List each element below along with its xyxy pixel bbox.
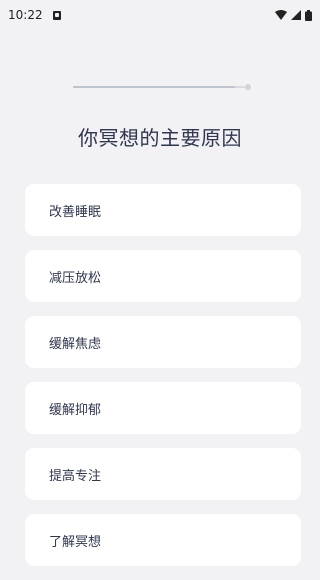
onboarding-progress	[73, 84, 251, 90]
notification-icon	[52, 10, 61, 20]
option-improve-focus[interactable]: 提高专注	[25, 448, 301, 500]
option-label: 减压放松	[49, 270, 102, 286]
option-label: 了解冥想	[49, 534, 102, 550]
status-right	[275, 9, 312, 21]
option-relieve-anxiety[interactable]: 缓解焦虑	[25, 316, 301, 368]
option-label: 提高专注	[49, 468, 102, 484]
option-improve-sleep[interactable]: 改善睡眠	[25, 184, 301, 236]
wifi-icon	[275, 10, 287, 20]
status-bar: 10:22	[0, 0, 320, 30]
progress-dot	[245, 84, 251, 90]
status-left: 10:22	[8, 8, 61, 22]
option-reduce-stress[interactable]: 减压放松	[25, 250, 301, 302]
option-label: 缓解抑郁	[49, 402, 102, 418]
options-list: 改善睡眠 减压放松 缓解焦虑 缓解抑郁 提高专注 了解冥想	[25, 184, 301, 580]
progress-fill	[73, 86, 235, 88]
battery-icon	[305, 9, 312, 21]
signal-icon	[291, 10, 301, 20]
page-title: 你冥想的主要原因	[78, 126, 242, 150]
option-label: 改善睡眠	[49, 204, 102, 220]
option-relieve-depression[interactable]: 缓解抑郁	[25, 382, 301, 434]
status-time: 10:22	[8, 8, 43, 22]
option-learn-meditation[interactable]: 了解冥想	[25, 514, 301, 566]
option-label: 缓解焦虑	[49, 336, 102, 352]
